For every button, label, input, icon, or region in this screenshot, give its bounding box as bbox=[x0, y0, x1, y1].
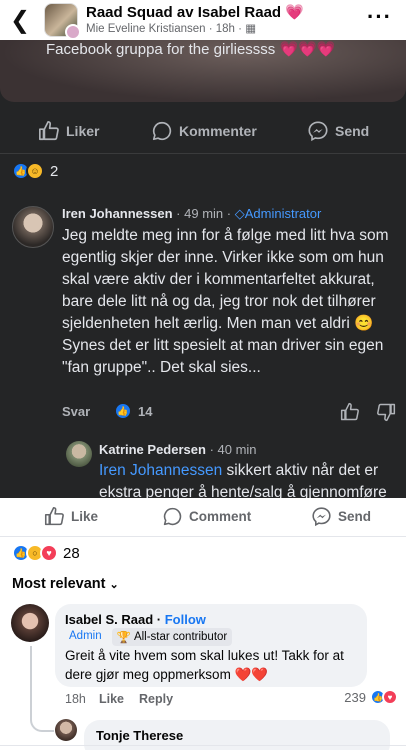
trophy-icon: 🏆 bbox=[116, 632, 131, 644]
embedded-caption: Facebook gruppa for the girliessss 💗💗💗 bbox=[46, 41, 336, 58]
author-avatar bbox=[65, 24, 81, 40]
top-bar: ❮ Raad Squad av Isabel Raad 💗 Mie Evelin… bbox=[0, 0, 406, 40]
reply-label: Svar bbox=[62, 404, 91, 419]
comment-bubble-icon bbox=[152, 121, 172, 141]
thumbs-up-icon bbox=[44, 506, 64, 526]
comment-like-button[interactable]: Like bbox=[99, 692, 124, 706]
divider bbox=[0, 153, 406, 154]
author-name[interactable]: Mie Eveline Kristiansen bbox=[86, 23, 206, 35]
group-title[interactable]: Raad Squad av Isabel Raad 💗 bbox=[86, 3, 304, 21]
comment-author-line: Iren Johannessen · 49 min · ◇Administrat… bbox=[62, 206, 322, 221]
reply-text: Iren Johannessen sikkert aktiv når det e… bbox=[99, 462, 387, 498]
comment-bubble-icon bbox=[163, 507, 182, 526]
comment-sort-dropdown[interactable]: Most relevant ⌄ bbox=[12, 576, 119, 592]
embedded-comment-button: Kommenter bbox=[151, 120, 257, 142]
admin-badge-icon: ◇ bbox=[234, 206, 245, 221]
embedded-post-image: Facebook gruppa for the girliessss 💗💗💗 bbox=[0, 40, 406, 102]
avatar bbox=[66, 441, 92, 467]
pink-heart-emoji: 💗 bbox=[285, 4, 304, 21]
post-reactions[interactable]: 👍 ○ ♥ 28 bbox=[12, 544, 80, 562]
avatar bbox=[12, 206, 54, 248]
comment-footer: 18h Like Reply 239 👍 ♥ bbox=[65, 689, 400, 708]
embedded-share-button: Send bbox=[307, 120, 369, 142]
love-reaction-icon: ♥ bbox=[382, 689, 398, 705]
comment-author-line: Isabel S. Raad · Follow bbox=[65, 612, 206, 627]
embedded-reaction-count: 2 bbox=[50, 162, 59, 180]
post-action-bar: Like Comment Send bbox=[0, 506, 406, 528]
comment-footer: Svar 👍 14 bbox=[62, 402, 398, 422]
more-options-icon[interactable]: ··· bbox=[367, 4, 392, 30]
like-button[interactable]: Like bbox=[44, 506, 98, 527]
embedded-like-button: Liker bbox=[38, 120, 99, 142]
all-star-badge: 🏆 All-star contributor bbox=[111, 628, 233, 646]
messenger-icon bbox=[308, 121, 328, 142]
embedded-reactions: 👍 ☺ 2 bbox=[12, 162, 58, 180]
thumbs-up-icon bbox=[39, 121, 59, 141]
comment-reactions[interactable]: 239 👍 ♥ bbox=[344, 689, 398, 705]
follow-link[interactable]: Follow bbox=[165, 612, 206, 627]
heart-emoji: ❤️❤️ bbox=[234, 667, 269, 682]
mention-link: Iren Johannessen bbox=[99, 462, 223, 479]
haha-reaction-icon: ☺ bbox=[26, 162, 44, 180]
comment-text: Jeg meldte meg inn for å følge med litt … bbox=[62, 227, 389, 376]
reaction-count: 28 bbox=[63, 544, 80, 562]
post-meta: Mie Eveline Kristiansen · 18h · ▦ bbox=[86, 23, 257, 35]
author-badges: Admin 🏆 All-star contributor bbox=[65, 628, 233, 646]
embedded-action-bar: Liker Kommenter Send bbox=[0, 120, 406, 142]
comment-author[interactable]: Isabel S. Raad bbox=[65, 612, 153, 627]
divider bbox=[0, 536, 406, 537]
avatar[interactable] bbox=[11, 604, 49, 642]
group-privacy-icon: ▦ bbox=[245, 23, 257, 35]
embedded-screenshot: Facebook gruppa for the girliessss 💗💗💗 L… bbox=[0, 40, 406, 498]
chevron-down-icon: ⌄ bbox=[109, 579, 119, 591]
group-avatar[interactable] bbox=[44, 3, 81, 40]
divider bbox=[0, 745, 406, 746]
back-arrow-icon[interactable]: ❮ bbox=[10, 6, 30, 34]
love-reaction-icon: ♥ bbox=[40, 544, 58, 562]
reply-thread-line bbox=[30, 646, 54, 732]
comment-time: 18h bbox=[65, 692, 86, 706]
reply-author[interactable]: Tonje Therese bbox=[96, 728, 183, 743]
comment-text: Greit å vite hvem som skal lukes ut! Tak… bbox=[65, 648, 344, 682]
comment-bubble: Isabel S. Raad · Follow Admin 🏆 All-star… bbox=[55, 604, 367, 687]
like-reaction-icon: 👍 bbox=[114, 402, 132, 420]
thumbs-up-icon bbox=[340, 402, 359, 421]
comment-reply-button[interactable]: Reply bbox=[139, 692, 173, 706]
admin-badge: Admin bbox=[69, 630, 102, 642]
comment-button[interactable]: Comment bbox=[162, 506, 251, 527]
reply-author-line: Katrine Pedersen · 40 min bbox=[99, 442, 257, 457]
messenger-icon bbox=[312, 507, 331, 527]
send-button[interactable]: Send bbox=[311, 506, 371, 527]
avatar[interactable] bbox=[55, 719, 77, 741]
post-time: 18h bbox=[215, 23, 235, 35]
thumbs-down-icon bbox=[377, 403, 396, 422]
comment-like-count: 👍 14 bbox=[114, 402, 152, 420]
